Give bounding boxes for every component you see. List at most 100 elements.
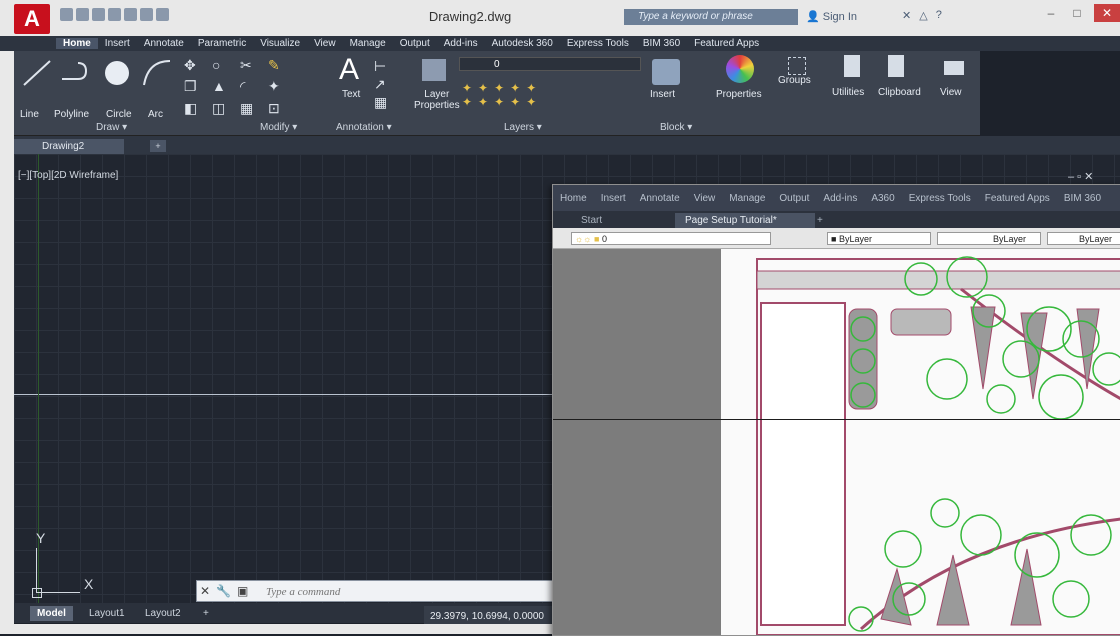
tab-featured-apps[interactable]: Featured Apps: [687, 38, 766, 49]
inset-tab-view[interactable]: View: [687, 193, 723, 204]
inset-tab-annotate[interactable]: Annotate: [633, 193, 687, 204]
mirror-icon[interactable]: ▲: [212, 78, 236, 95]
application-menu-button[interactable]: A: [14, 4, 50, 34]
view-button[interactable]: View: [940, 87, 962, 98]
copy-icon[interactable]: ❐: [184, 78, 208, 95]
dimension-icon[interactable]: ⊢ ↗ ▦: [374, 57, 387, 111]
tab-model[interactable]: Model: [30, 606, 73, 621]
tab-output[interactable]: Output: [393, 38, 437, 49]
layers-panel-title[interactable]: Layers ▾: [504, 122, 542, 133]
fillet-icon[interactable]: ◜: [240, 78, 264, 95]
current-layer-label: 0: [494, 59, 500, 70]
clipboard-button[interactable]: Clipboard: [878, 87, 921, 98]
text-button[interactable]: Text: [342, 89, 360, 100]
groups-button[interactable]: Groups: [778, 75, 811, 86]
trim-icon[interactable]: ✂: [240, 57, 264, 74]
inset-tab-output[interactable]: Output: [772, 193, 816, 204]
offset-icon[interactable]: ⊡: [268, 100, 292, 117]
inset-drawing-window: Home Insert Annotate View Manage Output …: [552, 184, 1120, 636]
tab-layout1[interactable]: Layout1: [82, 606, 132, 621]
annotation-panel-title[interactable]: Annotation ▾: [336, 122, 392, 133]
utilities-button[interactable]: Utilities: [832, 87, 864, 98]
draw-panel-title[interactable]: Draw ▾: [96, 122, 127, 133]
properties-button[interactable]: Properties: [716, 89, 762, 100]
tab-visualize[interactable]: Visualize: [253, 38, 307, 49]
exchange-icon[interactable]: ✕: [902, 9, 911, 22]
inset-linetype-dropdown[interactable]: ByLayer: [937, 232, 1041, 245]
line-button[interactable]: Line: [20, 109, 39, 120]
rotate-icon[interactable]: ○: [212, 57, 236, 74]
stretch-icon[interactable]: ◧: [184, 100, 208, 117]
close-icon[interactable]: ✕: [200, 584, 210, 598]
warning-icon[interactable]: △: [919, 9, 927, 22]
explode-icon[interactable]: ✦: [268, 78, 292, 95]
help-button[interactable]: ?: [936, 9, 942, 22]
tab-add-ins[interactable]: Add-ins: [437, 38, 485, 49]
command-input[interactable]: [264, 583, 558, 601]
inset-new-tab-button[interactable]: +: [807, 213, 833, 228]
minimize-button[interactable]: –: [1040, 4, 1062, 22]
inset-color-dropdown[interactable]: ■ ByLayer: [827, 232, 931, 245]
polyline-icon: [62, 62, 88, 80]
inset-tab-insert[interactable]: Insert: [594, 193, 633, 204]
tab-view[interactable]: View: [307, 38, 343, 49]
inset-tab-page-setup[interactable]: Page Setup Tutorial*: [675, 213, 815, 228]
command-history-icon[interactable]: ▣: [237, 584, 248, 598]
sign-in-button[interactable]: 👤 Sign In: [806, 10, 857, 23]
arc-button[interactable]: Arc: [148, 109, 163, 120]
new-icon[interactable]: [60, 8, 73, 21]
inset-tab-add-ins[interactable]: Add-ins: [816, 193, 864, 204]
clipboard-icon: [888, 55, 904, 77]
redo-icon[interactable]: [156, 8, 169, 21]
add-layout-button[interactable]: +: [196, 606, 216, 621]
tab-annotate[interactable]: Annotate: [137, 38, 191, 49]
tab-bim-360[interactable]: BIM 360: [636, 38, 687, 49]
inset-tab-bim-360[interactable]: BIM 360: [1057, 193, 1108, 204]
block-panel-title[interactable]: Block ▾: [660, 122, 692, 133]
layer-tools[interactable]: ✦✦✦✦✦ ✦✦✦✦✦: [462, 81, 542, 109]
layer-dropdown[interactable]: 0: [459, 57, 641, 71]
inset-layer-dropdown[interactable]: ☼☼ ■ 0: [571, 232, 771, 245]
scale-icon[interactable]: ◫: [212, 100, 236, 117]
viewport-window-controls[interactable]: – ▫ ✕: [1068, 170, 1093, 183]
inset-tab-home[interactable]: Home: [553, 193, 594, 204]
window-title: Drawing2.dwg: [428, 9, 512, 24]
search-input[interactable]: Type a keyword or phrase: [624, 9, 798, 25]
tab-insert[interactable]: Insert: [98, 38, 137, 49]
polyline-button[interactable]: Polyline: [54, 109, 89, 120]
tab-parametric[interactable]: Parametric: [191, 38, 253, 49]
save-as-icon[interactable]: [108, 8, 121, 21]
inset-tab-a360[interactable]: A360: [864, 193, 901, 204]
new-tab-button[interactable]: +: [150, 140, 166, 152]
tab-autodesk-360[interactable]: Autodesk 360: [485, 38, 560, 49]
erase-icon[interactable]: ✎: [268, 57, 292, 74]
maximize-button[interactable]: □: [1066, 4, 1088, 22]
insert-button[interactable]: Insert: [650, 89, 675, 100]
file-tab-drawing2[interactable]: Drawing2: [14, 139, 124, 154]
arc-icon: [143, 60, 171, 86]
command-line-tools: ✕ 🔧 ▣: [200, 584, 248, 598]
circle-button[interactable]: Circle: [106, 109, 132, 120]
modify-panel-title[interactable]: Modify ▾: [260, 122, 297, 133]
tab-layout2[interactable]: Layout2: [138, 606, 188, 621]
array-icon[interactable]: ▦: [240, 100, 264, 117]
inset-lineweight-dropdown[interactable]: ByLayer: [1047, 232, 1120, 245]
save-icon[interactable]: [92, 8, 105, 21]
close-button[interactable]: ✕: [1094, 4, 1120, 22]
inset-tab-manage[interactable]: Manage: [722, 193, 772, 204]
inset-tab-express-tools[interactable]: Express Tools: [902, 193, 978, 204]
open-icon[interactable]: [76, 8, 89, 21]
inset-tab-featured-apps[interactable]: Featured Apps: [978, 193, 1057, 204]
undo-icon[interactable]: [140, 8, 153, 21]
tab-express-tools[interactable]: Express Tools: [560, 38, 636, 49]
layer-properties-button[interactable]: Layer Properties: [414, 89, 460, 111]
move-icon[interactable]: ✥: [184, 57, 208, 74]
tab-home[interactable]: Home: [56, 38, 98, 49]
wrench-icon[interactable]: 🔧: [216, 584, 231, 598]
viewport-controls-label[interactable]: [−][Top][2D Wireframe]: [18, 170, 118, 181]
calculator-icon: [844, 55, 860, 77]
print-icon[interactable]: [124, 8, 137, 21]
app-logo: A: [24, 6, 40, 31]
inset-tab-start[interactable]: Start: [571, 213, 612, 228]
tab-manage[interactable]: Manage: [343, 38, 393, 49]
